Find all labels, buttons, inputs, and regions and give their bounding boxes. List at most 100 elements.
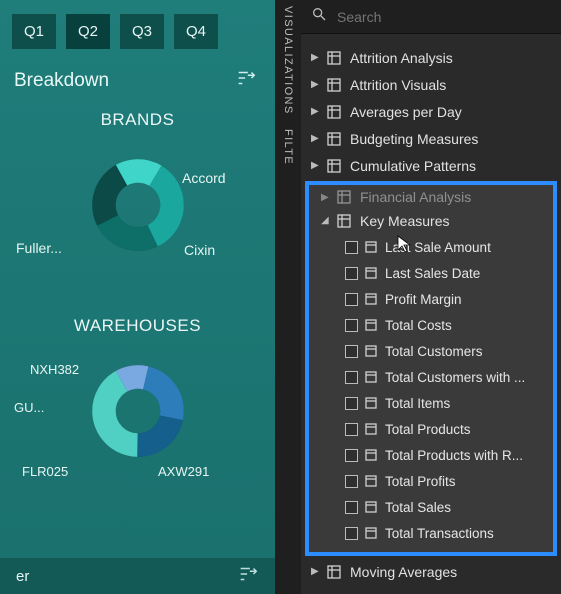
measure-label: Total Customers with ... bbox=[385, 370, 525, 385]
measure-row[interactable]: Total Profits bbox=[309, 468, 553, 494]
search-input[interactable] bbox=[337, 9, 551, 25]
measure-label: Total Costs bbox=[385, 318, 452, 333]
checkbox[interactable] bbox=[345, 449, 358, 462]
group-label: Moving Averages bbox=[350, 564, 457, 580]
measure-icon bbox=[365, 371, 377, 383]
caret-right-icon: ▶ bbox=[311, 52, 321, 63]
measure-icon bbox=[365, 345, 377, 357]
wh-label-gu: GU... bbox=[14, 400, 44, 415]
measure-row[interactable]: Total Customers with ... bbox=[309, 364, 553, 390]
caret-right-icon: ▶ bbox=[311, 566, 321, 577]
warehouses-donut-chart[interactable]: NXH382 GU... FLR025 AXW291 bbox=[0, 346, 275, 526]
measure-icon bbox=[365, 397, 377, 409]
quarter-tabs: Q1 Q2 Q3 Q4 bbox=[0, 0, 275, 61]
group-label: Cumulative Patterns bbox=[350, 158, 476, 174]
measure-icon bbox=[365, 319, 377, 331]
sort-icon[interactable] bbox=[235, 67, 257, 94]
measure-icon bbox=[365, 475, 377, 487]
wh-label-axw291: AXW291 bbox=[158, 464, 209, 479]
group-key-measures[interactable]: ◢ Key Measures bbox=[309, 207, 553, 234]
group-row[interactable]: ▶ Cumulative Patterns bbox=[301, 152, 561, 179]
checkbox[interactable] bbox=[345, 475, 358, 488]
measure-label: Total Customers bbox=[385, 344, 483, 359]
measure-row[interactable]: Total Products bbox=[309, 416, 553, 442]
caret-right-icon: ▶ bbox=[311, 160, 321, 171]
tab-q2[interactable]: Q2 bbox=[66, 14, 110, 49]
caret-right-icon: ▶ bbox=[311, 79, 321, 90]
caret-right-icon: ▶ bbox=[321, 192, 331, 203]
wh-label-flr025: FLR025 bbox=[22, 464, 68, 479]
group-financial-analysis[interactable]: ▶ Financial Analysis bbox=[309, 187, 553, 207]
tab-filters[interactable]: FILTE bbox=[282, 129, 294, 165]
measure-label: Last Sales Date bbox=[385, 266, 480, 281]
table-icon bbox=[327, 132, 341, 146]
bottom-label: er bbox=[16, 568, 29, 585]
highlighted-group: ▶ Financial Analysis ◢ Key Measures Last… bbox=[305, 181, 557, 556]
search-row bbox=[301, 0, 561, 34]
measure-icon bbox=[365, 423, 377, 435]
measure-row[interactable]: Total Products with R... bbox=[309, 442, 553, 468]
caret-right-icon: ▶ bbox=[311, 133, 321, 144]
group-label: Financial Analysis bbox=[360, 189, 471, 205]
checkbox[interactable] bbox=[345, 293, 358, 306]
measure-label: Total Products bbox=[385, 422, 471, 437]
tab-q4[interactable]: Q4 bbox=[174, 14, 218, 49]
group-row[interactable]: ▶ Moving Averages bbox=[301, 558, 561, 585]
measure-row[interactable]: Total Costs bbox=[309, 312, 553, 338]
table-icon bbox=[337, 214, 351, 228]
tab-q3[interactable]: Q3 bbox=[120, 14, 164, 49]
measure-row[interactable]: Profit Margin bbox=[309, 286, 553, 312]
brand-label-fuller: Fuller... bbox=[16, 240, 62, 256]
group-row[interactable]: ▶ Averages per Day bbox=[301, 98, 561, 125]
measure-label: Total Profits bbox=[385, 474, 456, 489]
checkbox[interactable] bbox=[345, 423, 358, 436]
warehouses-title: WAREHOUSES bbox=[0, 316, 275, 336]
group-label: Attrition Visuals bbox=[350, 77, 446, 93]
breakdown-header: Breakdown bbox=[0, 61, 275, 104]
sort-icon-bottom[interactable] bbox=[237, 563, 259, 589]
report-canvas: Q1 Q2 Q3 Q4 Breakdown BRANDS Accord Cixi… bbox=[0, 0, 275, 594]
checkbox[interactable] bbox=[345, 501, 358, 514]
table-icon bbox=[327, 159, 341, 173]
measure-row[interactable]: Last Sale Amount bbox=[309, 234, 553, 260]
group-row[interactable]: ▶ Budgeting Measures bbox=[301, 125, 561, 152]
measure-row[interactable]: Total Sales bbox=[309, 494, 553, 520]
checkbox[interactable] bbox=[345, 319, 358, 332]
table-icon bbox=[327, 565, 341, 579]
checkbox[interactable] bbox=[345, 241, 358, 254]
pane-tab-strip: VISUALIZATIONS FILTE bbox=[275, 0, 301, 594]
group-label: Key Measures bbox=[360, 213, 449, 229]
measure-icon bbox=[365, 293, 377, 305]
measure-icon bbox=[365, 267, 377, 279]
group-label: Averages per Day bbox=[350, 104, 462, 120]
checkbox[interactable] bbox=[345, 345, 358, 358]
measure-label: Profit Margin bbox=[385, 292, 462, 307]
tab-visualizations[interactable]: VISUALIZATIONS bbox=[282, 6, 294, 115]
search-icon bbox=[311, 6, 327, 27]
group-row[interactable]: ▶ Attrition Visuals bbox=[301, 71, 561, 98]
group-row[interactable]: ▶Attrition Analysis bbox=[301, 44, 561, 71]
breakdown-label: Breakdown bbox=[14, 70, 109, 92]
checkbox[interactable] bbox=[345, 371, 358, 384]
measure-row[interactable]: Total Customers bbox=[309, 338, 553, 364]
checkbox[interactable] bbox=[345, 397, 358, 410]
measure-label: Total Sales bbox=[385, 500, 451, 515]
group-label: Budgeting Measures bbox=[350, 131, 478, 147]
brand-label-cixin: Cixin bbox=[184, 242, 215, 258]
measure-icon bbox=[365, 449, 377, 461]
measure-label: Total Products with R... bbox=[385, 448, 523, 463]
wh-label-nxh382: NXH382 bbox=[30, 362, 79, 377]
tab-q1[interactable]: Q1 bbox=[12, 14, 56, 49]
measure-row[interactable]: Last Sales Date bbox=[309, 260, 553, 286]
caret-right-icon: ▶ bbox=[311, 106, 321, 117]
measure-icon bbox=[365, 501, 377, 513]
table-icon bbox=[327, 51, 341, 65]
measure-row[interactable]: Total Transactions bbox=[309, 520, 553, 546]
bottom-strip: er bbox=[0, 558, 275, 594]
table-icon bbox=[337, 190, 351, 204]
measure-label: Total Items bbox=[385, 396, 450, 411]
brands-donut-chart[interactable]: Accord Cixin Fuller... bbox=[0, 140, 275, 310]
checkbox[interactable] bbox=[345, 267, 358, 280]
measure-row[interactable]: Total Items bbox=[309, 390, 553, 416]
checkbox[interactable] bbox=[345, 527, 358, 540]
